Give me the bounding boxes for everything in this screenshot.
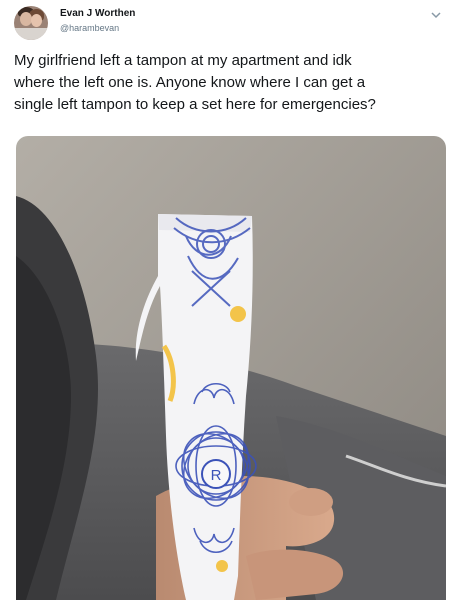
tweet-header: Evan J Worthen @harambevan [14, 6, 444, 42]
avatar[interactable] [14, 6, 48, 40]
tweet-text-line: single left tampon to keep a set here fo… [14, 96, 376, 113]
tweet-card: Evan J Worthen @harambevan My girlfriend… [0, 0, 458, 600]
tweet-photo[interactable]: R [16, 136, 446, 600]
chevron-down-icon[interactable] [430, 9, 442, 21]
wrapper-letter: R [211, 467, 222, 484]
tweet-text-line: where the left one is. Anyone know where… [14, 74, 366, 91]
author-handle[interactable]: @harambevan [60, 23, 119, 33]
tweet-text: My girlfriend left a tampon at my apartm… [14, 50, 449, 116]
author-name[interactable]: Evan J Worthen [60, 8, 135, 19]
tweet-text-line: My girlfriend left a tampon at my apartm… [14, 52, 352, 69]
